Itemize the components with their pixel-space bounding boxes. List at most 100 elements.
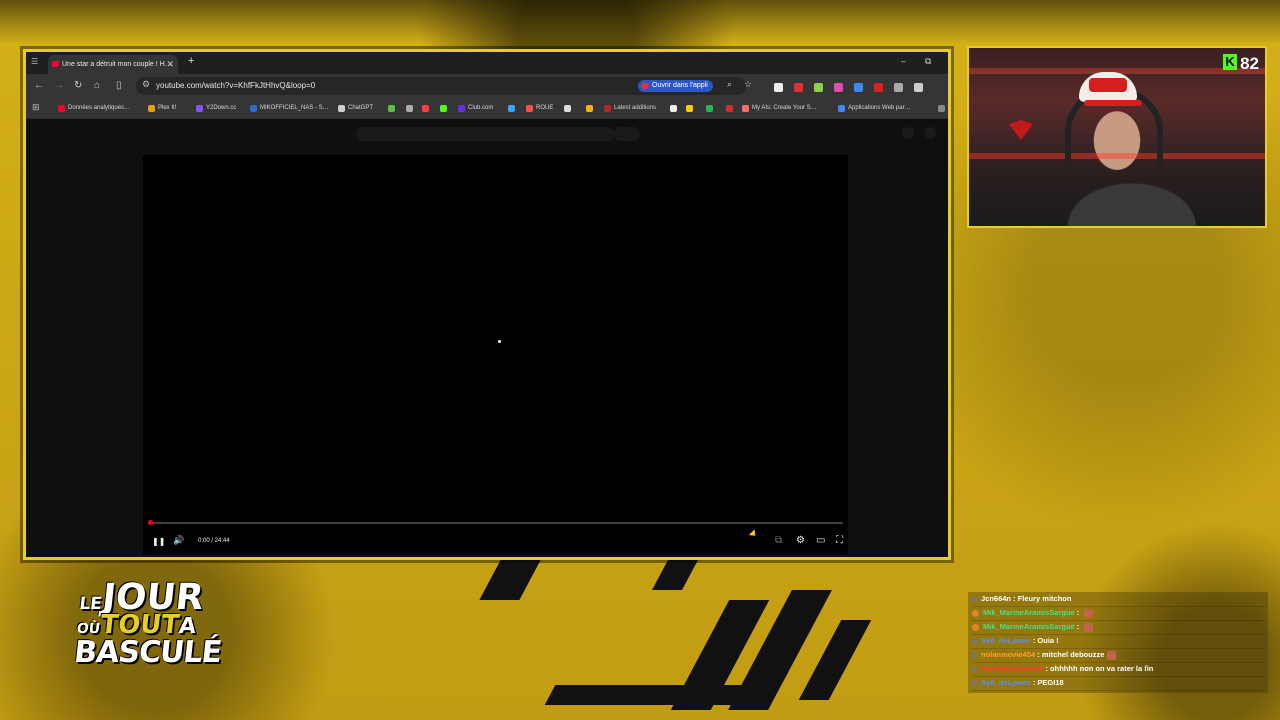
bookmark-item[interactable] [422,102,430,114]
webcam-feed: K 82 [967,46,1267,228]
url-text: youtube.com/watch?v=KhfFkJtHhvQ&loop=0 [156,81,316,90]
chat-username[interactable]: Mik_MarineAramisSargue [983,622,1075,631]
bookmark-item[interactable] [564,102,572,114]
chat-username[interactable]: nolanmovie454 [981,650,1035,659]
bookmark-item[interactable] [670,102,678,114]
pause-button[interactable]: ❚❚ [152,537,165,546]
hazard-stripes [470,560,890,710]
chat-bullet-icon [970,679,979,687]
bookmark-item[interactable] [706,102,714,114]
fullscreen-button[interactable]: ⛶ [836,535,843,546]
extension-2-icon[interactable] [794,83,803,93]
browser-window: ☰ Une star a détruit mon couple ! H… ✕ +… [26,52,948,557]
chat-message: Mik_MarineAramisSargue : [972,620,1264,635]
chat-bullet-icon [970,651,979,659]
chat-message: Wumbletiefumble : ohhhhh non on va rater… [970,662,1264,677]
extension-7-icon[interactable] [894,83,903,93]
bookmark-star-icon[interactable]: ☆ [744,79,752,90]
bookmark-item[interactable]: Données analytiques… [58,102,130,114]
logo-word-bascule: BASCULÉ [72,635,223,670]
extensions-puzzle-icon[interactable] [914,83,923,93]
bookmark-item[interactable]: Club.com [458,102,493,114]
tab-strip: ☰ Une star a détruit mon couple ! H… ✕ +… [26,52,948,74]
chat-overlay: Jcn664n : Fleury mitchon Mik_MarineAramis… [968,592,1268,693]
forward-icon[interactable]: → [54,80,64,92]
bookmark-item[interactable]: Y2Down.cc [196,102,236,114]
extension-5-icon[interactable] [854,83,863,93]
bookmark-item[interactable]: My AIs: Create Your S… [742,102,817,114]
tab-search-icon[interactable]: ☰ [31,57,41,67]
skeleton-icon-1 [902,127,914,139]
bookmark-item[interactable] [508,102,516,114]
emote-icon [1084,622,1094,632]
bookmark-item[interactable]: MIKOFFICIEL_NAS - S… [250,102,329,114]
viewer-count: K 82 [1223,54,1259,74]
logo-word-le: LE [78,594,103,614]
zoom-search-icon[interactable]: ⌕ [727,79,732,90]
bookmark-item[interactable]: Latest additions [604,102,656,114]
chat-text: : Ouia ! [1030,636,1059,645]
chat-username[interactable]: Mik_MarineAramisSargue [983,608,1075,617]
subscriber-badge-icon [972,623,979,631]
bookmark-item[interactable]: ChatGPT [338,102,373,114]
bookmark-item[interactable] [686,102,694,114]
new-tab-button[interactable]: + [188,55,194,67]
restore-icon[interactable]: ⧉ [925,56,931,67]
cap-logo [1089,78,1127,92]
bookmarks-more-icon[interactable]: » [938,102,946,114]
loading-spinner [498,340,501,343]
chat-text: : mitchel debouzze [1035,650,1105,659]
chat-message: Syd_deLywen : PEGI18 [970,676,1264,691]
chat-message: Jcn664n : Fleury mitchon [970,592,1264,607]
show-logo: LEJOUR OÙTOUTA BASCULÉ [70,577,223,692]
chat-text: : [1074,608,1082,617]
bookmark-item[interactable]: Applications Web par… [838,102,911,114]
chat-message: Mik_MarineAramisSargue : [972,606,1264,621]
bookmarks-bar: ⊞ Données analytiques… Plex It! Y2Down.cc M… [26,98,948,119]
chat-username[interactable]: Wumbletiefumble [981,664,1043,673]
volume-button[interactable]: 🔊 [173,535,184,546]
browser-toolbar: ← → ↻ ⌂ ▯ ⚙ youtube.com/watch?v=KhfFkJtH… [26,74,948,111]
reload-icon[interactable]: ↻ [74,80,82,92]
bookmark-item[interactable] [406,102,414,114]
player-controls: ❚❚ 🔊 0:00 / 24:44 ⧉ ⚙ ▭ ⛶ [143,525,848,555]
open-in-app-button[interactable]: Ouvrir dans l'appli [638,80,713,92]
time-display: 0:00 / 24:44 [198,538,230,544]
bookmark-item[interactable] [440,102,448,114]
bookmark-item[interactable]: Plex It! [148,102,176,114]
chat-text: : ohhhhh non on va rater la fin [1043,664,1154,673]
search-button-skeleton [614,127,640,141]
site-info-icon[interactable]: ⚙ [142,79,150,90]
tab-title: Une star a détruit mon couple ! H… [62,61,172,68]
theater-mode-button[interactable]: ▭ [816,535,825,546]
home-icon[interactable]: ⌂ [94,80,100,92]
chat-username[interactable]: Syd_deLywen [981,636,1031,645]
bookmark-item[interactable] [726,102,734,114]
extension-1-icon[interactable] [774,83,783,93]
chat-bullet-icon [970,665,979,673]
bookmark-item[interactable] [586,102,594,114]
settings-button[interactable]: ⚙ [796,535,805,546]
tab-close-icon[interactable]: ✕ [166,55,174,74]
progress-bar[interactable] [148,520,843,525]
subtitles-button[interactable]: ⧉ [775,535,782,546]
bookmark-item[interactable]: ROUE [526,102,553,114]
address-bar[interactable]: ⚙ youtube.com/watch?v=KhfFkJtHhvQ&loop=0… [136,77,752,95]
bookmark-item[interactable] [388,102,396,114]
chat-username[interactable]: Syd_deLywen [981,678,1031,687]
emote-icon [1084,608,1094,618]
superman-figure [1009,120,1033,140]
chat-username[interactable]: Jcn664n [981,594,1011,603]
browser-tab-youtube[interactable]: Une star a détruit mon couple ! H… ✕ [48,55,178,74]
extension-3-icon[interactable] [814,83,823,93]
apps-grid-icon[interactable]: ⊞ [32,102,40,113]
kick-icon: K [1223,54,1238,70]
side-panel-icon[interactable]: ▯ [116,80,122,92]
extension-4-icon[interactable] [834,83,843,93]
video-player[interactable]: ❚❚ 🔊 0:00 / 24:44 ⧉ ⚙ ▭ ⛶ [143,155,848,555]
extensions-area [774,79,948,111]
back-icon[interactable]: ← [34,80,44,92]
extension-6-icon[interactable] [874,83,883,93]
chat-message: Syd_deLywen : Ouia ! [970,634,1264,649]
minimize-icon[interactable]: – [901,56,906,66]
